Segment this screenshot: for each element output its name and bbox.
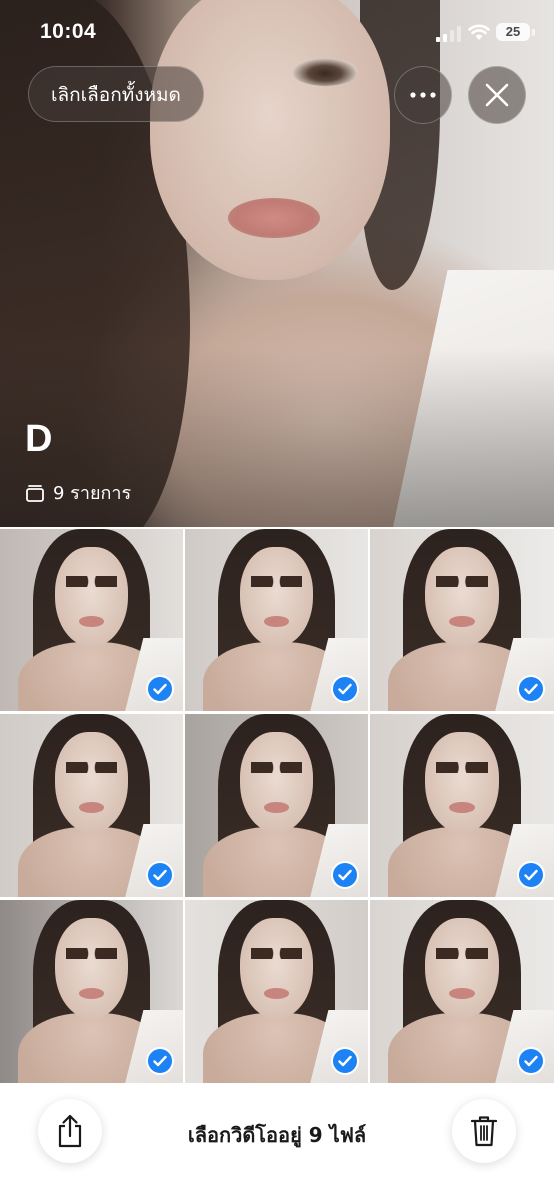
item-count-label: 9 รายการ — [53, 483, 132, 504]
checkmark-icon — [338, 869, 352, 881]
thumbnail-eyes — [250, 761, 303, 773]
checkmark-icon — [153, 869, 167, 881]
thumbnail-lips — [449, 987, 475, 999]
cover-eye — [292, 58, 358, 86]
thumbnail-eyes — [436, 947, 488, 959]
selected-checkmark[interactable] — [331, 1047, 359, 1075]
thumbnail-face — [54, 547, 129, 648]
grid-thumbnail[interactable] — [185, 900, 368, 1083]
grid-thumbnail[interactable] — [0, 714, 183, 897]
grid-thumbnail[interactable] — [0, 900, 183, 1083]
selected-checkmark[interactable] — [517, 675, 545, 703]
grid-thumbnail[interactable] — [185, 529, 368, 711]
album-item-count: 9 รายการ — [25, 478, 131, 507]
thumbnail-face — [239, 732, 314, 833]
thumbnail-face — [239, 547, 314, 648]
album-title: D — [25, 418, 53, 460]
checkmark-icon — [524, 869, 538, 881]
thumbnail-face — [425, 547, 499, 648]
thumbnail-eyes — [250, 576, 303, 588]
cellular-signal-icon — [436, 26, 461, 42]
thumbnail-face — [239, 918, 314, 1019]
deselect-all-button[interactable]: เลิกเลือกทั้งหมด — [28, 66, 204, 122]
close-button[interactable] — [468, 66, 526, 124]
checkmark-icon — [338, 1055, 352, 1067]
selected-checkmark[interactable] — [331, 861, 359, 889]
status-bar: 10:04 25 — [0, 0, 554, 60]
thumbnail-lips — [78, 987, 105, 999]
battery-tip — [532, 29, 535, 36]
battery-icon: 25 — [496, 23, 530, 41]
thumbnail-face — [54, 732, 129, 833]
checkmark-icon — [338, 683, 352, 695]
bottom-action-bar: เลือกวิดีโออยู่ 9 ไฟล์ — [0, 1083, 554, 1199]
selected-checkmark[interactable] — [146, 1047, 174, 1075]
grid-thumbnail[interactable] — [185, 714, 368, 897]
grid-thumbnail[interactable] — [370, 714, 554, 897]
checkmark-icon — [524, 1055, 538, 1067]
checkmark-icon — [524, 683, 538, 695]
thumbnail-lips — [263, 987, 290, 999]
thumbnail-lips — [263, 801, 290, 813]
selected-checkmark[interactable] — [517, 1047, 545, 1075]
thumbnail-face — [425, 732, 499, 833]
close-icon — [485, 83, 509, 107]
selected-checkmark[interactable] — [146, 675, 174, 703]
thumbnail-eyes — [65, 761, 118, 773]
more-button[interactable] — [394, 66, 452, 124]
thumbnail-eyes — [65, 947, 118, 959]
thumbnail-face — [54, 918, 129, 1019]
stack-icon — [26, 484, 44, 502]
grid-thumbnail[interactable] — [0, 529, 183, 711]
wifi-icon — [468, 24, 490, 40]
thumbnail-face — [425, 918, 499, 1019]
checkmark-icon — [153, 683, 167, 695]
thumbnail-lips — [78, 801, 105, 813]
delete-button[interactable] — [452, 1099, 516, 1163]
thumbnail-eyes — [436, 761, 488, 773]
trash-icon — [471, 1116, 497, 1147]
ellipsis-icon — [410, 92, 436, 98]
thumbnail-eyes — [250, 947, 303, 959]
cover-lips — [228, 198, 320, 238]
selected-checkmark[interactable] — [331, 675, 359, 703]
selected-checkmark[interactable] — [146, 861, 174, 889]
photo-grid — [0, 529, 554, 1083]
checkmark-icon — [153, 1055, 167, 1067]
selected-checkmark[interactable] — [517, 861, 545, 889]
thumbnail-lips — [449, 801, 475, 813]
grid-thumbnail[interactable] — [370, 529, 554, 711]
grid-thumbnail[interactable] — [370, 900, 554, 1083]
status-time: 10:04 — [40, 20, 97, 43]
thumbnail-eyes — [436, 576, 488, 588]
thumbnail-eyes — [65, 576, 118, 588]
